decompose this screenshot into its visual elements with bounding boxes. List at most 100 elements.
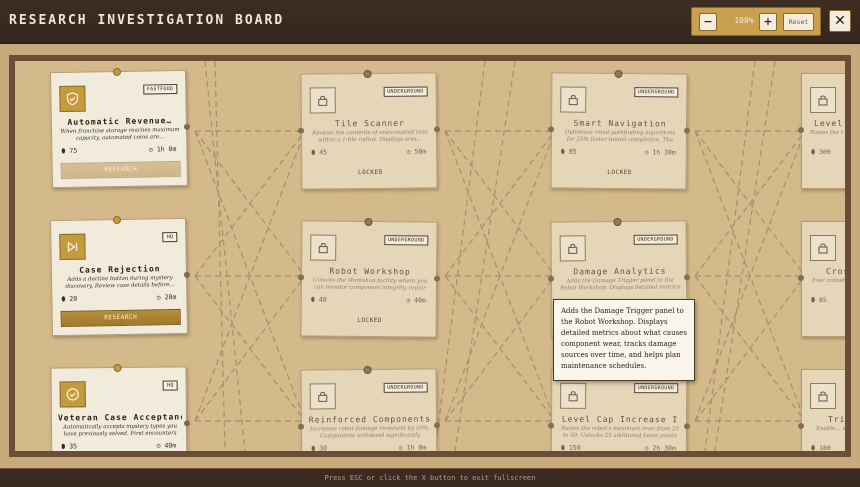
skip-forward-icon bbox=[59, 233, 86, 261]
connector-knob bbox=[547, 275, 555, 282]
clock-icon: ◷ bbox=[406, 296, 411, 305]
coin-icon: ⬮ bbox=[811, 444, 816, 452]
research-card-cros[interactable]: Cros Ever consider… manually d… ⬮ 85 bbox=[798, 221, 851, 337]
card-description: Adds a decline button during mystery dis… bbox=[65, 275, 175, 290]
clock-icon: ◷ bbox=[644, 148, 649, 157]
coin-icon: ⬮ bbox=[560, 147, 565, 156]
research-card-level-cap-increase-1[interactable]: UNDERGROUND Level Cap Increase I Raises … bbox=[547, 365, 691, 453]
card-description: Adds the Damage Trigger panel to the Rob… bbox=[560, 277, 681, 293]
pin bbox=[614, 69, 623, 79]
duration: ◷ 2h 30m bbox=[644, 444, 676, 453]
research-tooltip: Adds the Damage Trigger panel to the Rob… bbox=[553, 299, 695, 381]
page-title: RESEARCH INVESTIGATION BOARD bbox=[9, 13, 285, 28]
cost: ⬮ 85 bbox=[560, 147, 577, 156]
cost: ⬮ 45 bbox=[311, 148, 328, 157]
card-description: Reveals the contents of unexcavated tile… bbox=[312, 129, 428, 144]
duration: ◷ 1h 0m bbox=[398, 443, 427, 452]
card-description: When franchise storage reaches maximum c… bbox=[60, 126, 180, 142]
cost: ⬮ 300 bbox=[811, 148, 831, 156]
research-board[interactable]: FASTFOOD Automatic Revenue… When franchi… bbox=[9, 55, 851, 457]
pin bbox=[364, 217, 373, 227]
research-card-smart-navigation[interactable]: UNDERGROUND Smart Navigation Optimizes r… bbox=[547, 69, 691, 190]
card-title: Tile Scanner bbox=[334, 118, 405, 129]
bottom-bar: Press ESC or click the X button to exit … bbox=[0, 468, 860, 487]
category-badge: HQ bbox=[162, 231, 178, 243]
lock-icon bbox=[310, 234, 337, 261]
close-fullscreen-button[interactable]: ✕ bbox=[829, 10, 851, 32]
connector-knob bbox=[547, 422, 555, 429]
card-title: Reinforced Components bbox=[308, 414, 432, 425]
duration: ◷ 20m bbox=[156, 293, 177, 302]
card-title: Case Rejection bbox=[79, 264, 161, 275]
research-card-veteran-case-acceptance[interactable]: HQ Veteran Case Acceptance Automatically… bbox=[50, 363, 191, 451]
cost: ⬮ 180 bbox=[811, 444, 831, 452]
research-card-robot-workshop[interactable]: UNDERGROUND Robot Workshop Unlocks the W… bbox=[297, 217, 441, 338]
pin bbox=[613, 217, 622, 227]
connector-knob bbox=[683, 423, 691, 430]
coin-icon: ⬮ bbox=[311, 148, 316, 157]
cost: ⬮ 75 bbox=[61, 146, 78, 156]
connector-knob bbox=[183, 271, 191, 278]
connector-knob bbox=[683, 127, 691, 134]
reset-button[interactable]: Reset bbox=[783, 13, 814, 31]
exit-hint: Press ESC or click the X button to exit … bbox=[324, 474, 536, 482]
category-badge: UNDERGROUND bbox=[633, 87, 679, 98]
connector-knob bbox=[798, 423, 804, 429]
zoom-level: 100% bbox=[734, 16, 754, 25]
category-badge: UNDERGROUND bbox=[383, 86, 428, 97]
pin bbox=[363, 69, 372, 79]
cost: ⬮ 20 bbox=[61, 294, 78, 304]
card-description: Increases robot damage threshold by 50%.… bbox=[310, 425, 430, 440]
clock-icon: ◷ bbox=[644, 444, 649, 453]
connector-knob bbox=[798, 275, 804, 281]
category-badge: HQ bbox=[162, 380, 178, 391]
card-description: Raises the r… 75. Gran… bbox=[810, 130, 849, 136]
clock-icon: ◷ bbox=[406, 147, 411, 156]
card-title: Level Cap Increase I bbox=[561, 414, 679, 425]
card-title: Tri bbox=[828, 415, 846, 424]
connector-knob bbox=[297, 274, 305, 281]
research-card-level[interactable]: Level Raises the r… 75. Gran… ⬮ 300 bbox=[798, 73, 849, 189]
locked-status: LOCKED bbox=[357, 168, 383, 177]
research-card-case-rejection[interactable]: HQ Case Rejection Adds a decline button … bbox=[49, 215, 191, 337]
research-card-tile-scanner[interactable]: UNDERGROUND Tile Scanner Reveals the con… bbox=[297, 69, 441, 190]
card-title: Damage Analytics bbox=[573, 266, 667, 277]
research-card-tri[interactable]: Tri Enable… simultaneou… ⬮ 180 bbox=[798, 369, 848, 452]
duration: ◷ 1h 30m bbox=[644, 148, 676, 157]
zoom-out-button[interactable]: − bbox=[699, 13, 717, 31]
research-button[interactable]: RESEARCH bbox=[60, 308, 181, 328]
coin-icon: ⬮ bbox=[61, 146, 66, 156]
card-title: Smart Navigation bbox=[573, 118, 667, 129]
research-card-reinforced-components[interactable]: UNDERGROUND Reinforced Components Increa… bbox=[297, 365, 441, 453]
pin bbox=[112, 215, 122, 225]
duration: ◷ 40m bbox=[406, 296, 426, 305]
connector-knob bbox=[547, 126, 555, 133]
card-description: Enable… simultaneou… bbox=[816, 426, 848, 432]
lock-icon bbox=[810, 235, 836, 261]
duration: ◷ 50m bbox=[406, 147, 427, 156]
connector-knob bbox=[297, 127, 305, 134]
connector-knob bbox=[297, 423, 305, 430]
zoom-in-button[interactable]: + bbox=[759, 13, 777, 31]
lock-icon bbox=[560, 86, 587, 113]
pin bbox=[112, 67, 122, 77]
top-bar: RESEARCH INVESTIGATION BOARD − 100% + Re… bbox=[0, 0, 860, 44]
research-button[interactable]: RESEARCH bbox=[60, 160, 181, 180]
connector-knob bbox=[798, 127, 804, 133]
coin-icon: ⬮ bbox=[61, 294, 66, 304]
research-card-automatic-revenue[interactable]: FASTFOOD Automatic Revenue… When franchi… bbox=[49, 67, 191, 189]
connector-knob bbox=[183, 123, 191, 130]
coin-icon: ⬮ bbox=[311, 444, 316, 453]
clock-icon: ◷ bbox=[156, 293, 161, 302]
category-badge: UNDERGROUND bbox=[383, 382, 428, 393]
card-description: Optimizes robot pathfinding algorithms f… bbox=[564, 129, 676, 145]
cost: ⬮ 150 bbox=[560, 443, 581, 452]
lock-icon bbox=[309, 87, 336, 114]
card-title: Level bbox=[814, 119, 844, 128]
card-description: Ever consider… manually d… bbox=[812, 278, 851, 284]
connector-knob bbox=[433, 126, 441, 133]
category-badge: UNDERGROUND bbox=[383, 235, 429, 246]
connector-knob bbox=[183, 420, 191, 427]
cost: ⬮ 30 bbox=[311, 444, 328, 453]
category-badge: UNDERGROUND bbox=[633, 234, 678, 245]
